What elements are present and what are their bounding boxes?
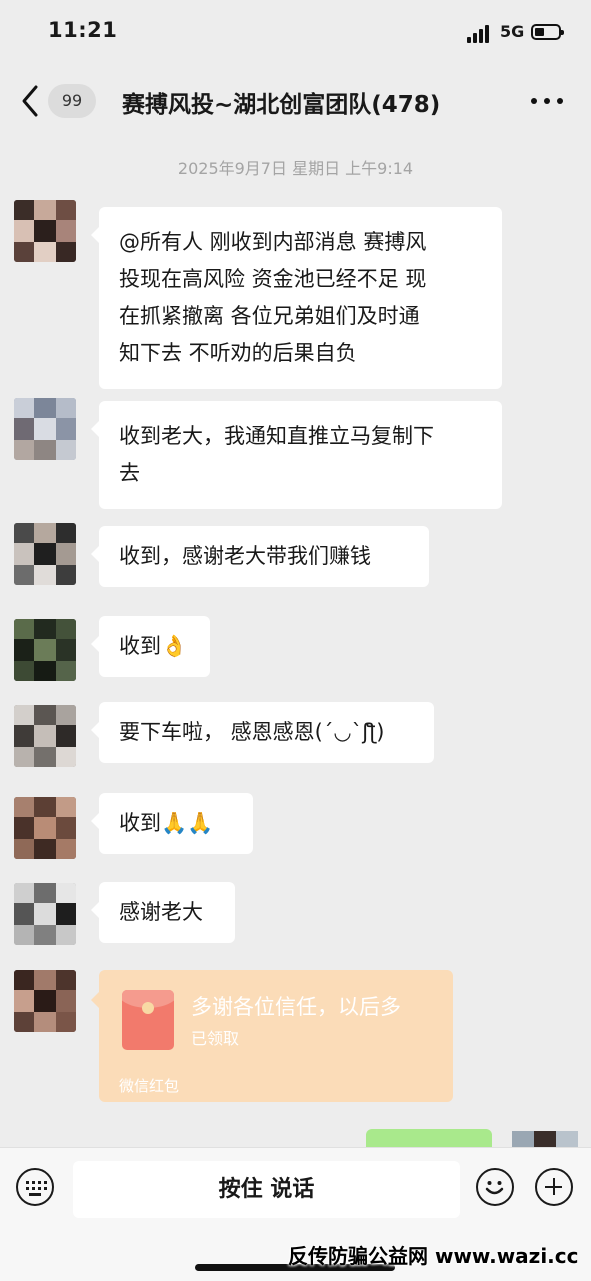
message-line: 知下去 不听劝的后果自负 bbox=[119, 341, 357, 365]
keyboard-toggle-button[interactable] bbox=[16, 1168, 54, 1206]
message-line: @所有人 刚收到内部消息 赛搏风 bbox=[119, 230, 427, 254]
message-bubble[interactable]: 收到🙏🙏 bbox=[91, 793, 253, 854]
hold-to-talk-button[interactable]: 按住 说话 bbox=[73, 1161, 460, 1218]
red-packet-title: 多谢各位信任，以后多 bbox=[191, 995, 401, 1019]
message-line: 要下车啦， 感恩感恩(´◡`ʃƪ) bbox=[119, 720, 385, 744]
avatar[interactable] bbox=[14, 970, 76, 1032]
message-bubble[interactable]: 收到，感谢老大带我们赚钱 bbox=[91, 526, 429, 587]
red-packet-card[interactable]: 多谢各位信任，以后多 已领取 微信红包 bbox=[91, 970, 453, 1102]
message-bubble[interactable]: 收到老大，我通知直推立马复制下 去 bbox=[91, 401, 502, 509]
message-bubble[interactable]: 收到👌 bbox=[91, 616, 210, 677]
red-packet-status: 已领取 bbox=[191, 1029, 240, 1048]
red-packet-label: 微信红包 bbox=[119, 1077, 180, 1095]
smiley-icon bbox=[485, 1181, 504, 1195]
message-line: 去 bbox=[119, 461, 140, 485]
battery-icon bbox=[531, 24, 564, 40]
avatar[interactable] bbox=[14, 619, 76, 681]
avatar[interactable] bbox=[14, 398, 76, 460]
more-actions-button[interactable] bbox=[535, 1168, 573, 1206]
emoji-button[interactable] bbox=[476, 1168, 514, 1206]
chat-title: 赛搏风投~湖北创富团队(478) bbox=[122, 92, 441, 118]
watermark: 反传防骗公益网 www.wazi.cc bbox=[288, 1244, 579, 1268]
back-button[interactable] bbox=[16, 83, 46, 119]
message-line: 收到👌 bbox=[119, 634, 188, 658]
signal-icon bbox=[467, 25, 493, 43]
avatar[interactable] bbox=[14, 797, 76, 859]
chevron-left-icon bbox=[22, 85, 38, 117]
status-bar: 11:21 5G bbox=[0, 0, 591, 66]
network-type: 5G bbox=[500, 22, 525, 41]
more-button[interactable] bbox=[531, 98, 565, 106]
message-bubble[interactable]: 要下车啦， 感恩感恩(´◡`ʃƪ) bbox=[91, 702, 434, 763]
message-line: 投现在高风险 资金池已经不足 现 bbox=[119, 267, 427, 291]
status-time: 11:21 bbox=[48, 18, 118, 42]
avatar[interactable] bbox=[14, 705, 76, 767]
unread-badge[interactable]: 99 bbox=[48, 84, 96, 118]
avatar[interactable] bbox=[14, 523, 76, 585]
message-line: 收到，感谢老大带我们赚钱 bbox=[119, 544, 371, 568]
message-line: 感谢老大 bbox=[119, 900, 203, 924]
red-envelope-icon bbox=[122, 990, 174, 1050]
message-line: 收到老大，我通知直推立马复制下 bbox=[119, 424, 434, 448]
message-timestamp: 2025年9月7日 星期日 上午9:14 bbox=[177, 159, 414, 178]
message-bubble[interactable]: 感谢老大 bbox=[91, 882, 235, 943]
avatar[interactable] bbox=[14, 200, 76, 262]
avatar[interactable] bbox=[14, 883, 76, 945]
message-bubble[interactable]: @所有人 刚收到内部消息 赛搏风 投现在高风险 资金池已经不足 现 在抓紧撤离 … bbox=[91, 207, 502, 389]
message-line: 在抓紧撤离 各位兄弟姐们及时通 bbox=[119, 304, 420, 328]
message-line: 收到🙏🙏 bbox=[119, 811, 214, 835]
